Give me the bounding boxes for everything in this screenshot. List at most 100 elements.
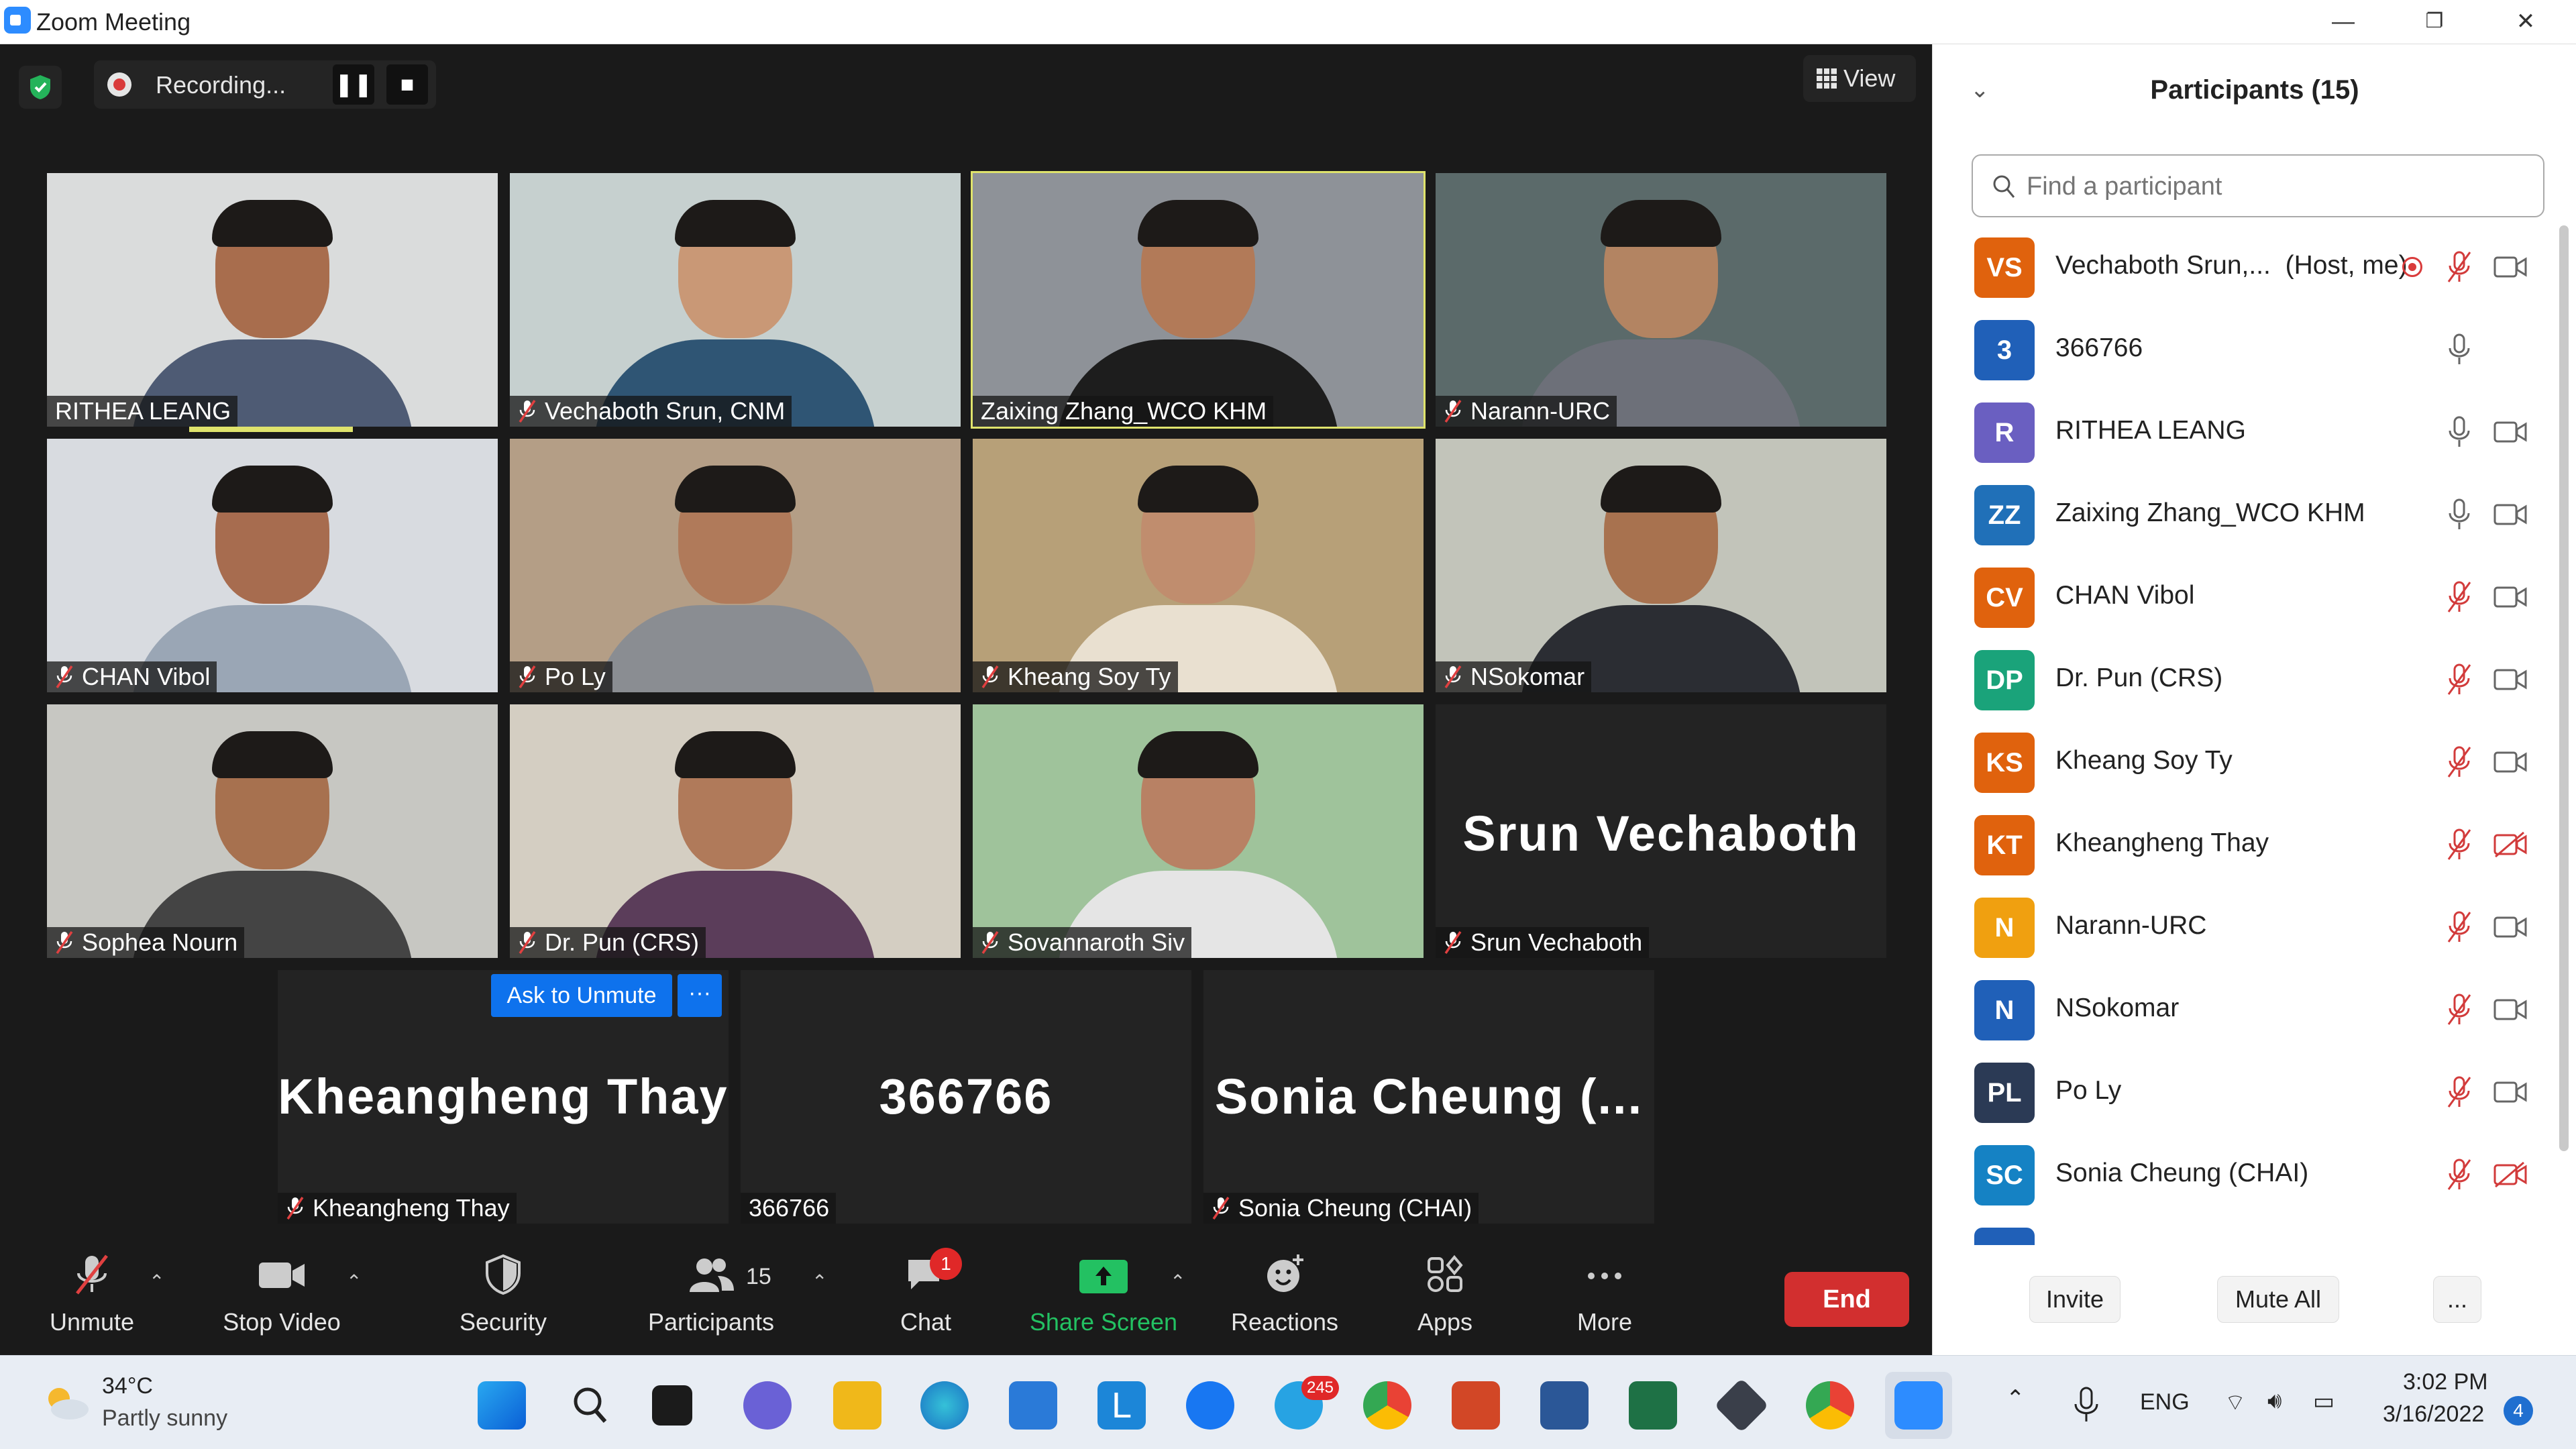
chrome-icon[interactable] bbox=[1363, 1381, 1411, 1430]
participant-row[interactable] bbox=[1933, 1216, 2557, 1245]
participant-row[interactable]: KS Kheang Soy Ty bbox=[1933, 720, 2557, 803]
notification-count-badge[interactable]: 4 bbox=[2504, 1396, 2533, 1426]
muted-mic-icon[interactable] bbox=[2446, 580, 2473, 618]
file-explorer-icon[interactable] bbox=[833, 1381, 881, 1430]
participant-row[interactable]: DP Dr. Pun (CRS) bbox=[1933, 638, 2557, 720]
video-camera-icon[interactable] bbox=[2493, 665, 2528, 698]
restore-button[interactable]: ❐ bbox=[2404, 5, 2465, 38]
video-tile[interactable]: Kheang Soy Ty bbox=[973, 439, 1424, 692]
video-tile[interactable]: Sovannaroth Siv bbox=[973, 704, 1424, 958]
participant-search-box[interactable] bbox=[1972, 154, 2544, 217]
muted-mic-icon[interactable] bbox=[2446, 910, 2473, 948]
security-button[interactable]: Security bbox=[443, 1250, 564, 1336]
end-meeting-button[interactable]: End bbox=[1784, 1272, 1909, 1327]
participant-row[interactable]: PL Po Ly bbox=[1933, 1051, 2557, 1133]
microsoft-store-icon[interactable] bbox=[1009, 1381, 1057, 1430]
muted-mic-icon[interactable] bbox=[2446, 992, 2473, 1030]
windows-start-icon[interactable] bbox=[478, 1381, 526, 1430]
video-tile[interactable]: Srun Vechaboth Srun Vechaboth bbox=[1436, 704, 1886, 958]
share-options-caret[interactable]: ⌃ bbox=[1170, 1271, 1185, 1293]
participant-row[interactable]: 3 366766 bbox=[1933, 308, 2557, 390]
wifi-icon[interactable]: ⌔ bbox=[2224, 1388, 2246, 1417]
excel-icon[interactable] bbox=[1629, 1381, 1677, 1430]
powerpoint-icon[interactable] bbox=[1452, 1381, 1500, 1430]
chrome-profile-icon[interactable] bbox=[1806, 1381, 1854, 1430]
mute-all-button[interactable]: Mute All bbox=[2217, 1276, 2339, 1323]
participant-row[interactable]: R RITHEA LEANG bbox=[1933, 390, 2557, 473]
unmute-button[interactable]: Unmute bbox=[35, 1250, 149, 1336]
invite-button[interactable]: Invite bbox=[2029, 1276, 2121, 1323]
participant-row[interactable]: CV CHAN Vibol bbox=[1933, 555, 2557, 638]
security-shield-icon[interactable] bbox=[19, 66, 62, 109]
video-camera-icon[interactable] bbox=[2493, 995, 2528, 1028]
panel-more-button[interactable]: ... bbox=[2433, 1276, 2481, 1323]
close-button[interactable]: ✕ bbox=[2496, 5, 2556, 38]
microphone-tray-icon[interactable] bbox=[2073, 1385, 2100, 1423]
video-tile[interactable]: Sophea Nourn bbox=[47, 704, 498, 958]
participant-row[interactable]: SC Sonia Cheung (CHAI) bbox=[1933, 1133, 2557, 1216]
participant-row[interactable]: N Narann-URC bbox=[1933, 885, 2557, 968]
video-camera-icon[interactable] bbox=[2493, 912, 2528, 945]
mic-icon[interactable] bbox=[2446, 497, 2473, 535]
video-off-icon[interactable] bbox=[2493, 1160, 2528, 1193]
muted-mic-icon[interactable] bbox=[2446, 662, 2473, 700]
video-camera-icon[interactable] bbox=[2493, 500, 2528, 533]
participant-search-input[interactable] bbox=[2027, 168, 2523, 205]
video-tile[interactable]: RITHEA LEANG bbox=[47, 173, 498, 427]
zoom-taskbar-button[interactable] bbox=[1885, 1372, 1952, 1439]
stop-video-button[interactable]: Stop Video bbox=[215, 1250, 349, 1336]
video-options-caret[interactable]: ⌃ bbox=[346, 1271, 362, 1293]
video-tile[interactable]: Narann-URC bbox=[1436, 173, 1886, 427]
edge-browser-icon[interactable] bbox=[920, 1381, 969, 1430]
speaker-icon[interactable]: 🔊︎ bbox=[2267, 1388, 2282, 1414]
muted-mic-icon[interactable] bbox=[2446, 827, 2473, 865]
audio-options-caret[interactable]: ⌃ bbox=[149, 1271, 164, 1293]
battery-icon[interactable]: ▭ bbox=[2313, 1388, 2334, 1415]
more-button[interactable]: More bbox=[1571, 1250, 1638, 1336]
video-camera-icon[interactable] bbox=[2493, 1077, 2528, 1110]
muted-mic-icon[interactable] bbox=[2446, 1157, 2473, 1195]
l-app-icon[interactable]: L bbox=[1097, 1381, 1146, 1430]
video-tile[interactable]: Sonia Cheung (... Sonia Cheung (CHAI) bbox=[1203, 970, 1654, 1224]
video-camera-icon[interactable] bbox=[2493, 747, 2528, 780]
video-tile[interactable]: Zaixing Zhang_WCO KHM bbox=[971, 171, 1426, 429]
stop-recording-button[interactable]: ■ bbox=[386, 64, 428, 105]
teams-chat-icon[interactable] bbox=[743, 1381, 792, 1430]
video-off-icon[interactable] bbox=[2493, 830, 2528, 863]
video-camera-icon[interactable] bbox=[2493, 417, 2528, 450]
mic-icon[interactable] bbox=[2446, 415, 2473, 453]
video-tile[interactable]: Dr. Pun (CRS) bbox=[510, 704, 961, 958]
pause-recording-button[interactable]: ❚❚ bbox=[333, 64, 374, 105]
video-tile[interactable]: Vechaboth Srun, CNM bbox=[510, 173, 961, 427]
video-tile[interactable]: CHAN Vibol bbox=[47, 439, 498, 692]
muted-mic-icon[interactable] bbox=[2446, 250, 2473, 288]
apps-button[interactable]: Apps bbox=[1411, 1250, 1479, 1336]
video-tile[interactable]: 366766 366766 bbox=[741, 970, 1191, 1224]
video-tile[interactable]: Po Ly bbox=[510, 439, 961, 692]
minimize-button[interactable]: — bbox=[2313, 5, 2373, 38]
muted-mic-icon[interactable] bbox=[2446, 1075, 2473, 1113]
participant-row[interactable]: N NSokomar bbox=[1933, 968, 2557, 1051]
ask-to-unmute-button[interactable]: Ask to Unmute bbox=[491, 974, 672, 1017]
participant-row[interactable]: KT Kheangheng Thay bbox=[1933, 803, 2557, 885]
reactions-button[interactable]: Reactions bbox=[1222, 1250, 1347, 1336]
show-hidden-icons-chevron[interactable]: ⌃ bbox=[2006, 1385, 2025, 1412]
search-taskbar-icon[interactable] bbox=[566, 1381, 614, 1430]
clock-date[interactable]: 3/16/2022 bbox=[2383, 1401, 2484, 1428]
view-button[interactable]: View bbox=[1803, 55, 1916, 102]
participant-row[interactable]: ZZ Zaixing Zhang_WCO KHM bbox=[1933, 473, 2557, 555]
video-camera-icon[interactable] bbox=[2493, 252, 2528, 285]
word-icon[interactable] bbox=[1540, 1381, 1589, 1430]
vpn-app-icon[interactable] bbox=[1714, 1378, 1769, 1433]
video-camera-icon[interactable] bbox=[2493, 582, 2528, 615]
mic-icon[interactable] bbox=[2446, 332, 2473, 370]
tile-more-button[interactable]: ··· bbox=[678, 974, 722, 1017]
clock-time[interactable]: 3:02 PM bbox=[2403, 1369, 2488, 1395]
share-screen-button[interactable]: Share Screen bbox=[1026, 1250, 1181, 1336]
participants-options-caret[interactable]: ⌃ bbox=[812, 1271, 827, 1293]
participant-list-scrollbar[interactable] bbox=[2559, 225, 2569, 1151]
task-view-icon[interactable] bbox=[652, 1385, 692, 1426]
participant-row[interactable]: VS Vechaboth Srun,... (Host, me) bbox=[1933, 225, 2557, 308]
video-tile[interactable]: NSokomar bbox=[1436, 439, 1886, 692]
facebook-icon[interactable] bbox=[1186, 1381, 1234, 1430]
